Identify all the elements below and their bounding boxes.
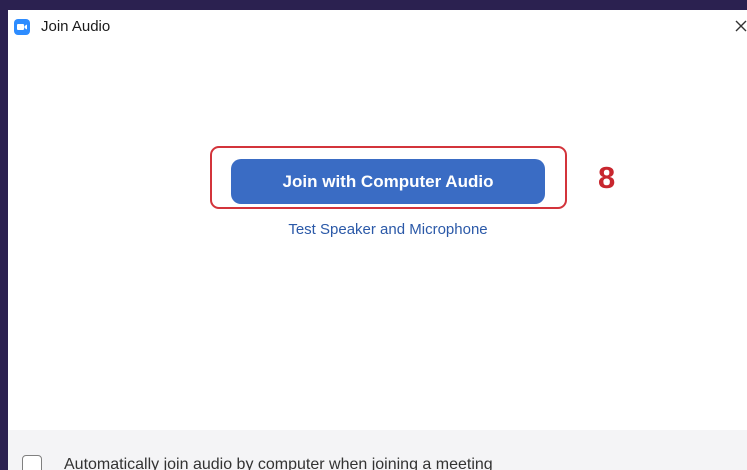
close-icon[interactable] [731,16,747,36]
join-with-computer-audio-button[interactable]: Join with Computer Audio [231,159,545,204]
title-bar: Join Audio [8,10,747,40]
step-annotation-label: 8 [598,160,616,195]
dialog-footer: Automatically join audio by computer whe… [8,430,747,470]
zoom-camera-icon [14,19,30,35]
window-title: Join Audio [41,18,111,35]
join-audio-dialog: Join Audio Join with Computer Audio 8 Te… [8,10,747,470]
auto-join-checkbox[interactable] [22,455,42,470]
auto-join-label: Automatically join audio by computer whe… [64,456,493,470]
test-speaker-microphone-link[interactable]: Test Speaker and Microphone [231,221,545,238]
